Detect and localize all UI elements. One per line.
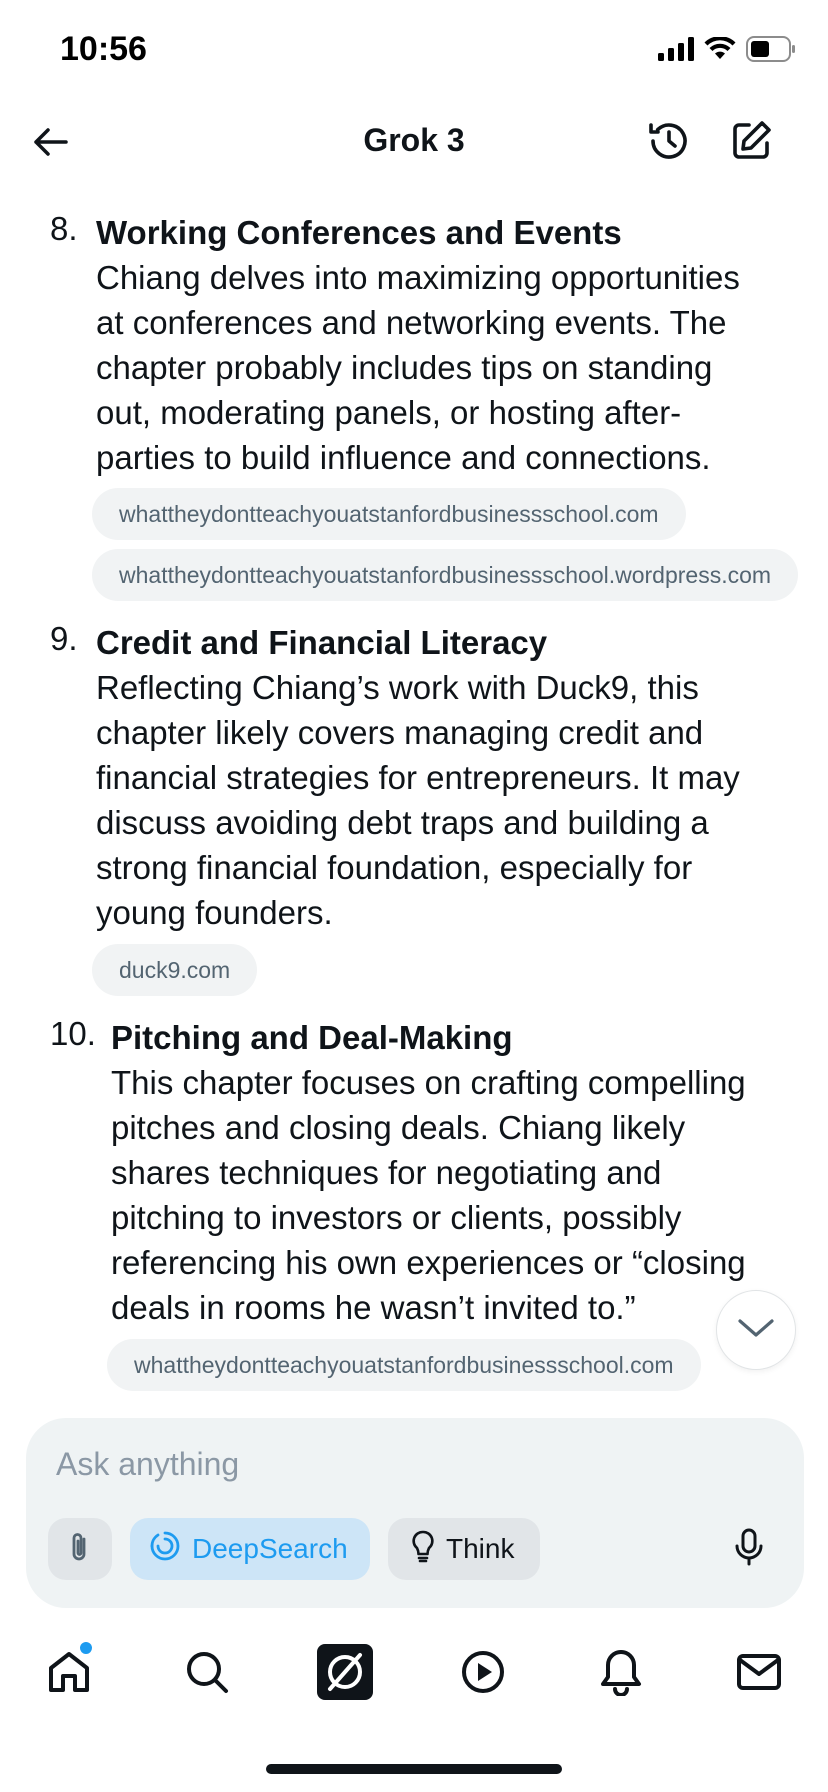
list-item-body: Working Conferences and Events Chiang de… xyxy=(96,210,808,480)
status-time: 10:56 xyxy=(60,30,147,68)
list-item-line: parties to build influence and connectio… xyxy=(96,439,711,476)
paperclip-icon xyxy=(66,1530,94,1569)
source-chip[interactable]: whattheydontteachyouatstanfordbusinesssc… xyxy=(107,1339,701,1391)
compose-button[interactable] xyxy=(726,118,776,168)
list-item-line: deals in rooms he wasn’t invited to.” xyxy=(111,1289,636,1326)
nav-notifications[interactable] xyxy=(591,1644,651,1704)
mail-icon xyxy=(736,1652,782,1697)
compose-icon xyxy=(729,119,773,168)
source-chip[interactable]: whattheydontteachyouatstanfordbusinesssc… xyxy=(92,488,686,540)
source-chip[interactable]: duck9.com xyxy=(92,944,258,996)
page-title: Grok 3 xyxy=(363,122,465,158)
list-item-number: 8. xyxy=(50,210,78,247)
history-icon xyxy=(647,119,691,168)
home-icon xyxy=(45,1648,93,1701)
list-item-line: Chiang delves into maximizing opportunit… xyxy=(96,259,740,296)
nav-messages[interactable] xyxy=(729,1644,789,1704)
list-item-line: out, moderating panels, or hosting after… xyxy=(96,394,682,431)
chevron-down-icon xyxy=(736,1316,776,1345)
list-item-line: chapter likely covers managing credit an… xyxy=(96,714,704,751)
header: Grok 3 xyxy=(0,100,828,200)
nav-home[interactable] xyxy=(39,1644,99,1704)
nav-grok[interactable] xyxy=(315,1643,375,1706)
deepsearch-label: DeepSearch xyxy=(192,1533,348,1564)
list-item-number: 10. xyxy=(50,1015,96,1052)
status-icons xyxy=(658,36,796,67)
notification-dot xyxy=(80,1642,92,1654)
composer: Ask anything DeepSearch Think xyxy=(26,1418,804,1608)
nav-video[interactable] xyxy=(453,1644,513,1704)
battery-icon xyxy=(746,36,796,67)
list-item-line: at conferences and networking events. Th… xyxy=(96,304,727,341)
home-indicator xyxy=(266,1764,562,1774)
deepsearch-button[interactable]: DeepSearch xyxy=(130,1518,370,1580)
attach-button[interactable] xyxy=(48,1518,112,1580)
list-item-title: Credit and Financial Literacy xyxy=(96,624,548,661)
chat-content[interactable]: 8. Working Conferences and Events Chiang… xyxy=(0,200,828,1400)
list-item-line: Reflecting Chiang’s work with Duck9, thi… xyxy=(96,669,699,706)
list-item-line: young founders. xyxy=(96,894,333,931)
list-item-line: chapter probably includes tips on standi… xyxy=(96,349,713,386)
list-item-line: discuss avoiding debt traps and building… xyxy=(96,804,709,841)
list-item-line: This chapter focuses on crafting compell… xyxy=(111,1064,746,1101)
lightbulb-icon xyxy=(410,1529,436,1570)
scroll-to-bottom-button[interactable] xyxy=(716,1290,796,1370)
ask-input[interactable]: Ask anything xyxy=(56,1446,239,1483)
source-chip[interactable]: whattheydontteachyouatstanfordbusinesssc… xyxy=(92,549,799,601)
bell-icon xyxy=(599,1648,643,1701)
wifi-icon xyxy=(704,36,736,66)
list-item-body: Pitching and Deal-Making This chapter fo… xyxy=(111,1015,808,1330)
bottom-nav xyxy=(0,1620,828,1730)
list-item-line: financial strategies for entrepreneurs. … xyxy=(96,759,740,796)
search-icon xyxy=(184,1649,230,1700)
play-icon xyxy=(460,1649,506,1700)
nav-search[interactable] xyxy=(177,1644,237,1704)
history-button[interactable] xyxy=(644,118,694,168)
list-item-title: Working Conferences and Events xyxy=(96,214,622,251)
list-item-line: referencing his own experiences or “clos… xyxy=(111,1244,746,1281)
think-button[interactable]: Think xyxy=(388,1518,540,1580)
signal-icon xyxy=(658,37,694,66)
status-bar: 10:56 xyxy=(0,0,828,100)
microphone-icon xyxy=(733,1527,765,1572)
grok-icon xyxy=(316,1643,374,1706)
microphone-button[interactable] xyxy=(724,1524,774,1574)
list-item-title: Pitching and Deal-Making xyxy=(111,1019,513,1056)
list-item-line: pitches and closing deals. Chiang likely xyxy=(111,1109,686,1146)
list-item-line: shares techniques for negotiating and xyxy=(111,1154,662,1191)
list-item-line: strong financial foundation, especially … xyxy=(96,849,693,886)
list-item-line: pitching to investors or clients, possib… xyxy=(111,1199,682,1236)
list-item-number: 9. xyxy=(50,620,78,657)
deepsearch-icon xyxy=(148,1529,182,1570)
list-item-body: Credit and Financial Literacy Reflecting… xyxy=(96,620,808,935)
think-label: Think xyxy=(446,1533,515,1564)
